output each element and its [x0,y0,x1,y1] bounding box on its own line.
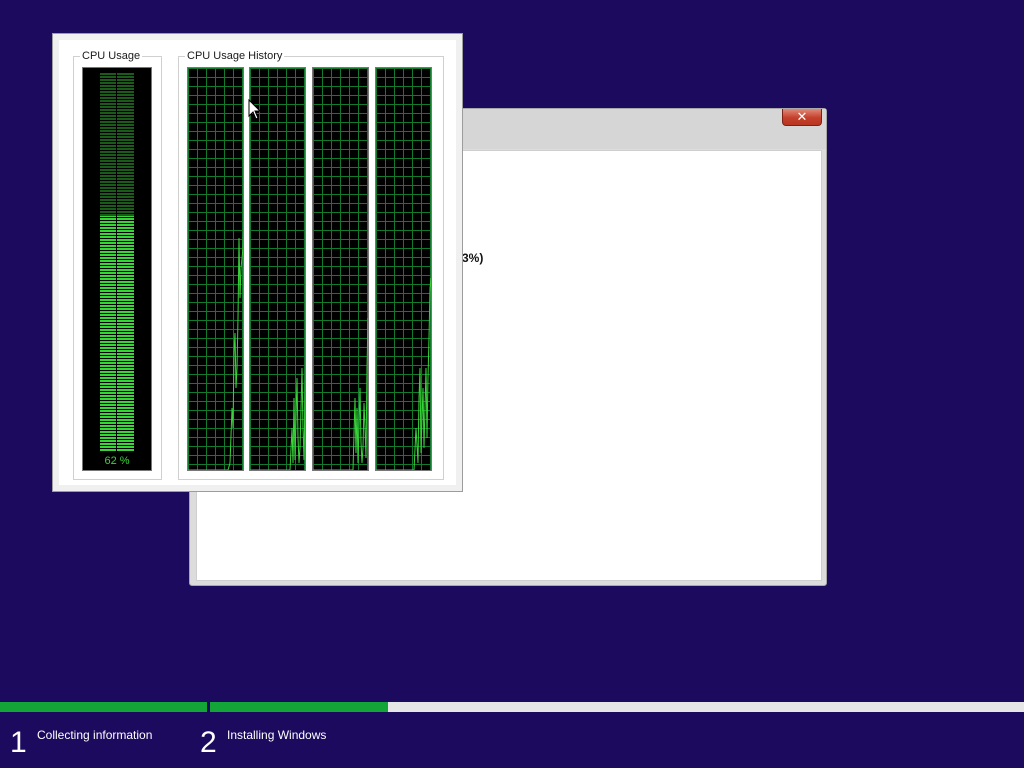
cpu-usage-meter: 62 % [82,67,152,471]
cpu-history-graph-core-3 [312,67,369,471]
cpu-usage-percent: 62 % [104,455,130,467]
cpu-usage-meter-idle [100,72,134,216]
step-1-label: Collecting information [37,728,153,742]
cpu-usage-meter-fill [100,216,134,451]
cpu-usage-history-title: CPU Usage History [185,50,285,62]
cpu-history-line-core-1 [188,230,243,470]
cpu-history-line-core-2 [250,367,305,470]
step-1-progress-fill [0,702,207,712]
step-2-progress-bar [210,702,1024,712]
cpu-history-line-core-3 [313,317,368,470]
close-button[interactable]: ✕ [782,109,822,126]
desktop-background: ✕ 3%) CPU Usage 62 % CPU Usage History 1… [0,0,1024,768]
cpu-history-line-core-4 [376,277,431,470]
step-2-label: Installing Windows [227,728,327,742]
step-2-progress-fill [210,702,389,712]
cpu-usage-title: CPU Usage [80,50,143,62]
cpu-usage-group: CPU Usage 62 % [73,50,162,480]
cpu-usage-history-group: CPU Usage History [178,50,444,480]
meter-divider [116,72,117,452]
cpu-history-graph-core-4 [375,67,432,471]
step-2-number: 2 [200,726,217,759]
partially-hidden-text: 3%) [462,251,484,265]
cpu-history-graph-core-1 [187,67,244,471]
step-1-progress-bar [0,702,207,712]
step-1-number: 1 [10,726,27,759]
mouse-pointer-icon [248,99,262,120]
setup-progress-area: 1 Collecting information 2 Installing Wi… [0,702,1024,768]
cpu-history-graph-core-2 [249,67,306,471]
